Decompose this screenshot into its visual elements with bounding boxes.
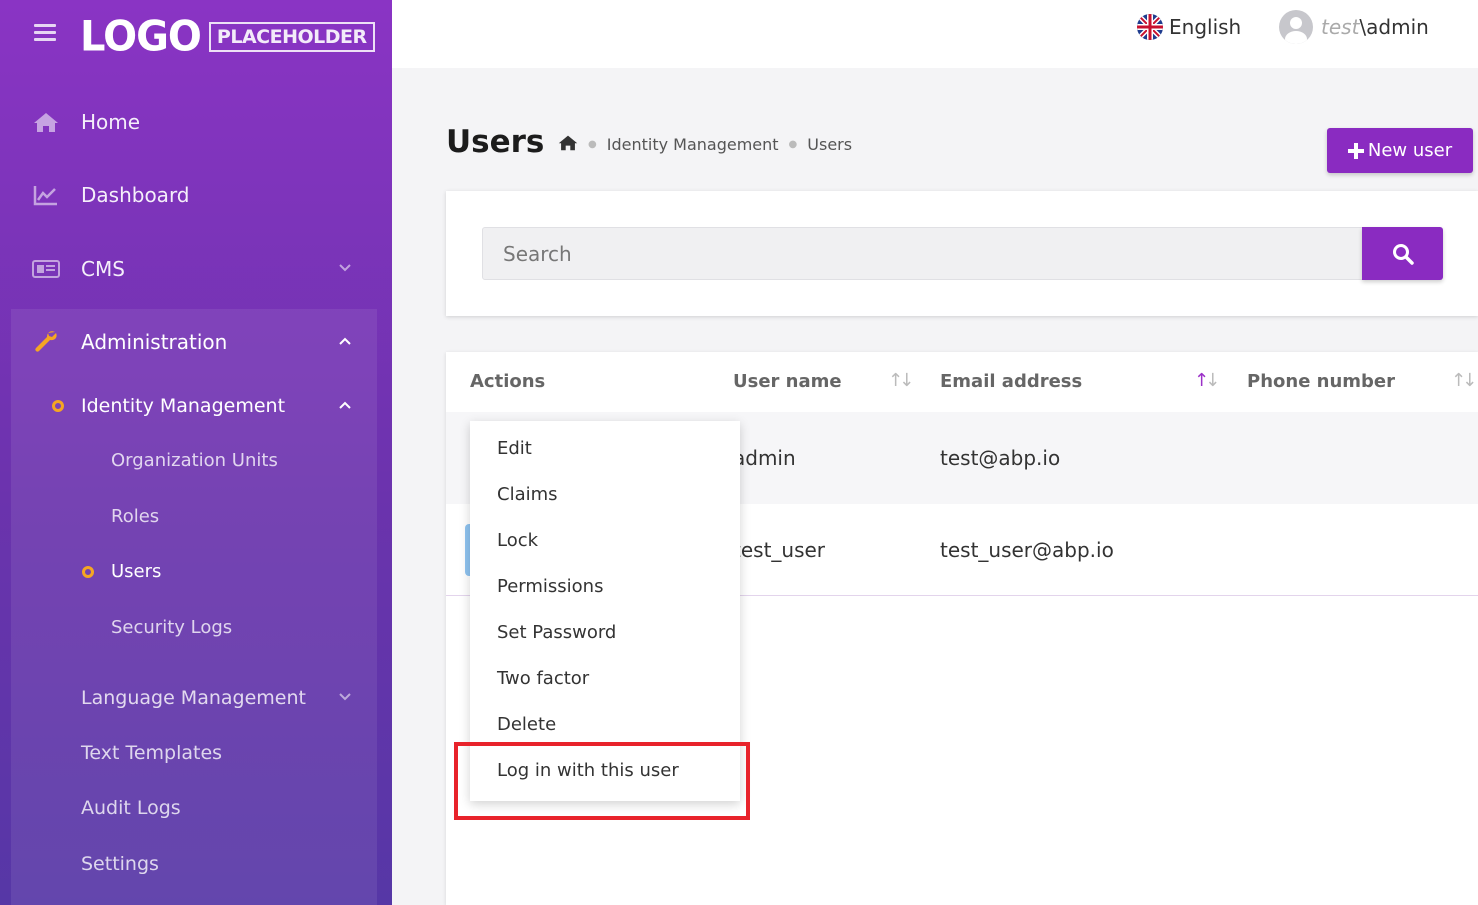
language-label: English (1169, 15, 1242, 39)
search-button[interactable] (1362, 227, 1443, 280)
home-icon (32, 110, 60, 134)
search-icon (1392, 243, 1414, 265)
user-menu[interactable]: test \ admin (1279, 10, 1429, 44)
nav-dashboard-label: Dashboard (81, 183, 190, 207)
nav-language-management-label: Language Management (81, 687, 306, 709)
chevron-down-icon (338, 261, 352, 277)
nav-administration-label: Administration (81, 330, 228, 354)
nav-dashboard[interactable]: Dashboard (0, 173, 392, 217)
row-email: test@abp.io (940, 446, 1061, 470)
row-email: test_user@abp.io (940, 538, 1114, 562)
nav-cms-label: CMS (81, 257, 125, 281)
chevron-up-icon (338, 398, 352, 414)
logo[interactable]: LOGO PLACEHOLDER (80, 12, 375, 62)
chevron-down-icon (338, 690, 352, 706)
column-header-phone[interactable]: Phone number (1247, 371, 1395, 392)
breadcrumb-separator: ● (588, 139, 597, 150)
column-header-actions: Actions (470, 371, 546, 392)
new-user-label: New user (1367, 140, 1453, 161)
username-label: admin (1366, 15, 1429, 39)
row-username: test_user (733, 538, 826, 562)
breadcrumb-users: Users (807, 135, 853, 154)
plus-icon (1347, 142, 1364, 159)
row-username: admin (733, 446, 796, 470)
nav-home[interactable]: Home (0, 100, 392, 144)
language-switcher[interactable]: English (1137, 14, 1241, 40)
chart-line-icon (32, 183, 60, 207)
nav-roles[interactable]: Roles (111, 506, 159, 527)
tenant-separator: \ (1359, 15, 1367, 39)
nav-identity-management-label: Identity Management (81, 395, 286, 417)
active-dot-icon (82, 566, 94, 578)
dropdown-item-delete[interactable]: Delete (497, 714, 556, 735)
dropdown-item-two-factor[interactable]: Two factor (497, 668, 589, 689)
sort-icon[interactable]: ↑↓ (888, 370, 914, 391)
logo-sub-text: PLACEHOLDER (208, 22, 375, 52)
sort-icon[interactable]: ↑↓ (1451, 370, 1477, 391)
dropdown-item-claims[interactable]: Claims (497, 484, 558, 505)
nav-language-management[interactable]: Language Management (0, 676, 392, 720)
nav-cms[interactable]: CMS (0, 247, 392, 291)
nav-organization-units[interactable]: Organization Units (111, 450, 278, 471)
wrench-icon (32, 330, 60, 354)
nav-identity-management[interactable]: Identity Management (0, 384, 392, 428)
nav-administration[interactable]: Administration (0, 320, 392, 364)
topbar: English test \ admin (392, 0, 1478, 68)
chevron-up-icon (338, 334, 352, 350)
active-dot-icon (52, 400, 64, 412)
dropdown-item-set-password[interactable]: Set Password (497, 622, 616, 643)
search-card (446, 191, 1478, 316)
new-user-button[interactable]: New user (1327, 128, 1473, 173)
page-title: Users (446, 124, 545, 160)
nav-audit-logs[interactable]: Audit Logs (81, 797, 181, 819)
newspaper-icon (32, 257, 60, 281)
sort-ascending-icon[interactable]: ↑↓ (1194, 370, 1220, 391)
breadcrumb: ● Identity Management ● Users (558, 134, 852, 155)
search-input[interactable] (482, 227, 1364, 280)
dropdown-item-lock[interactable]: Lock (497, 530, 538, 551)
breadcrumb-identity-management[interactable]: Identity Management (607, 135, 779, 154)
column-header-username[interactable]: User name (733, 371, 842, 392)
logo-main-text: LOGO (80, 12, 202, 62)
nav-home-label: Home (81, 110, 141, 134)
nav-settings[interactable]: Settings (81, 853, 159, 875)
nav-security-logs[interactable]: Security Logs (111, 617, 232, 638)
home-icon[interactable] (558, 134, 578, 155)
menu-toggle-icon[interactable] (34, 24, 56, 46)
breadcrumb-separator: ● (788, 139, 798, 150)
dropdown-item-edit[interactable]: Edit (497, 438, 532, 459)
avatar-icon (1279, 10, 1313, 44)
nav-text-templates[interactable]: Text Templates (81, 742, 222, 764)
uk-flag-icon (1137, 14, 1163, 40)
sidebar: LOGO PLACEHOLDER Home Dashboard CMS Admi… (0, 0, 392, 905)
tenant-name: test (1321, 15, 1360, 39)
column-header-email[interactable]: Email address (940, 371, 1082, 392)
highlight-annotation (454, 742, 750, 820)
nav-users[interactable]: Users (111, 561, 161, 582)
dropdown-item-permissions[interactable]: Permissions (497, 576, 603, 597)
